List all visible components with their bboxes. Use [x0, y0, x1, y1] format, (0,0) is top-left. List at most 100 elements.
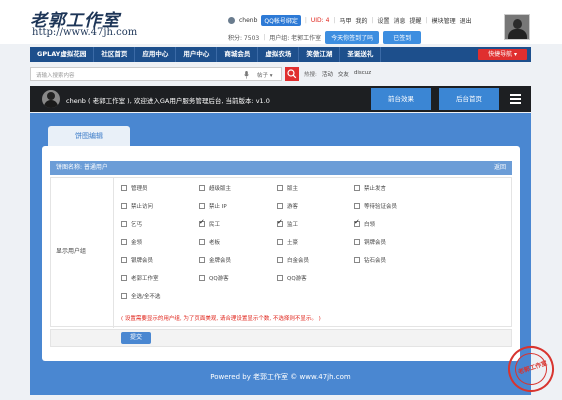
option-foreman[interactable]: 监工: [277, 218, 299, 228]
option-label: 老郭工作室: [131, 276, 159, 282]
checkbox[interactable]: [121, 293, 127, 299]
checkbox[interactable]: [199, 275, 205, 281]
avatar-body-shape: [44, 100, 58, 108]
checkbox[interactable]: [354, 185, 360, 191]
checkbox[interactable]: [121, 257, 127, 263]
submit-button[interactable]: 提交: [121, 332, 151, 344]
nav-item-apps[interactable]: 应用中心: [135, 47, 177, 62]
nav-item-christmas[interactable]: 圣诞送礼: [340, 47, 382, 62]
checkbox-checked[interactable]: [354, 218, 360, 227]
option-studio[interactable]: 老郭工作室: [121, 274, 159, 282]
checkbox[interactable]: [121, 203, 127, 209]
field-label: 显示用户组: [56, 248, 87, 255]
quick-nav-button[interactable]: 快捷导航 ▾: [478, 49, 527, 60]
hot-search-item[interactable]: 交友: [338, 70, 349, 78]
link-module-manage[interactable]: 模块管理: [432, 16, 456, 25]
option-pending[interactable]: 等待验证会员: [354, 202, 397, 210]
checkbox[interactable]: [277, 275, 283, 281]
checkbox[interactable]: [277, 185, 283, 191]
link-logout[interactable]: 退出: [460, 16, 472, 25]
checkbox[interactable]: [199, 239, 205, 245]
option-qq-guest-1[interactable]: QQ游客: [199, 274, 229, 282]
search-button[interactable]: [285, 67, 299, 81]
option-boss[interactable]: 老板: [199, 238, 220, 246]
checkbox[interactable]: [277, 203, 283, 209]
nav-item-jianghu[interactable]: 笑傲江湖: [299, 47, 341, 62]
option-bronze[interactable]: 铜牌会员: [354, 238, 386, 246]
link-messages[interactable]: 消息: [394, 16, 406, 25]
search-type-select[interactable]: 帖子 ▾: [257, 71, 273, 79]
nav-item-shop[interactable]: 商城会员: [217, 47, 259, 62]
usergroup-label[interactable]: 用户组: 老郭工作室: [269, 33, 321, 42]
tab-pie-edit[interactable]: 饼图编辑: [48, 126, 130, 146]
admin-header: chenb ( 老郭工作室 ), 欢迎进入GA用户服务管理后台, 当前版本: v…: [30, 86, 531, 112]
checkbox[interactable]: [354, 203, 360, 209]
nav-item-farm[interactable]: 虚拟农场: [258, 47, 300, 62]
select-all-toggle[interactable]: 全选/全不选: [121, 292, 160, 300]
sign-prompt-button[interactable]: 今天你签到了吗: [325, 31, 380, 44]
option-tuhao[interactable]: 土豪: [277, 238, 298, 246]
link-mine[interactable]: 我的: [355, 16, 367, 25]
option-super-mod[interactable]: 超级版主: [199, 184, 231, 192]
option-label: 监工: [287, 222, 299, 228]
checkbox[interactable]: [121, 275, 127, 281]
option-admin[interactable]: 管理员: [121, 184, 148, 192]
hot-search-item[interactable]: discuz: [354, 70, 371, 78]
option-label: QQ游客: [287, 276, 307, 282]
user-avatar[interactable]: [504, 14, 530, 40]
checkbox[interactable]: [199, 185, 205, 191]
microphone-icon[interactable]: [244, 71, 249, 79]
username-link[interactable]: chenb: [239, 17, 257, 24]
frontend-preview-button[interactable]: 前台效果: [371, 88, 431, 110]
checkbox[interactable]: [121, 221, 127, 227]
checkbox[interactable]: [199, 257, 205, 263]
option-gold-collar[interactable]: 金领: [121, 238, 142, 246]
search-input[interactable]: 请输入搜索内容 帖子 ▾: [30, 67, 282, 81]
checkbox[interactable]: [121, 239, 127, 245]
checkbox[interactable]: [277, 239, 283, 245]
option-worker[interactable]: 民工: [199, 218, 221, 228]
option-mod[interactable]: 版主: [277, 184, 298, 192]
option-platinum[interactable]: 白金会员: [277, 256, 309, 264]
back-link[interactable]: 返回: [494, 161, 506, 175]
option-guest[interactable]: 游客: [277, 202, 298, 210]
signed-button[interactable]: 已签到: [383, 31, 422, 44]
option-label: 白金会员: [287, 258, 310, 264]
separator: |: [371, 17, 374, 24]
points-label[interactable]: 积分: 7503: [228, 33, 259, 42]
option-label: 管理员: [131, 186, 148, 192]
option-diamond[interactable]: 钻石会员: [354, 256, 386, 264]
avatar-head-shape: [513, 19, 522, 29]
option-white-collar[interactable]: 白领: [354, 218, 375, 228]
checkbox[interactable]: [354, 257, 360, 263]
option-label: 金领: [131, 240, 143, 246]
admin-home-button[interactable]: 后台首页: [439, 88, 499, 110]
checkbox[interactable]: [277, 257, 283, 263]
checkbox[interactable]: [199, 203, 205, 209]
option-gold[interactable]: 金牌会员: [199, 256, 231, 264]
checkbox-checked[interactable]: [277, 218, 283, 227]
checkbox[interactable]: [354, 239, 360, 245]
qq-bind-button[interactable]: QQ帐号绑定: [261, 15, 301, 26]
option-banned-post[interactable]: 禁止发言: [354, 184, 386, 192]
hot-search-item[interactable]: 活动: [322, 70, 333, 78]
hamburger-menu-icon[interactable]: [510, 94, 521, 104]
search-type-label: 帖子: [257, 73, 269, 79]
option-label: 乞丐: [131, 222, 143, 228]
nav-item-community[interactable]: 社区首页: [94, 47, 136, 62]
link-majia[interactable]: 马甲: [339, 16, 351, 25]
checkbox[interactable]: [121, 185, 127, 191]
nav-item-user-center[interactable]: 用户中心: [176, 47, 218, 62]
option-beggar[interactable]: 乞丐: [121, 220, 142, 228]
checkbox-checked[interactable]: [199, 218, 205, 227]
option-banned-access[interactable]: 禁止访问: [121, 202, 153, 210]
option-banned-ip[interactable]: 禁止 IP: [199, 202, 227, 210]
main-nav: GPLAY虚拟花园 社区首页 应用中心 用户中心 商城会员 虚拟农场 笑傲江湖 …: [30, 47, 531, 62]
option-silver[interactable]: 银牌会员: [121, 256, 153, 264]
link-settings[interactable]: 设置: [378, 16, 390, 25]
option-label: 民工: [209, 222, 221, 228]
link-reminders[interactable]: 提醒: [410, 16, 422, 25]
option-qq-guest-2[interactable]: QQ游客: [277, 274, 307, 282]
nav-item-gplay[interactable]: GPLAY虚拟花园: [30, 47, 95, 62]
hot-search-label: 热搜:: [304, 72, 317, 78]
